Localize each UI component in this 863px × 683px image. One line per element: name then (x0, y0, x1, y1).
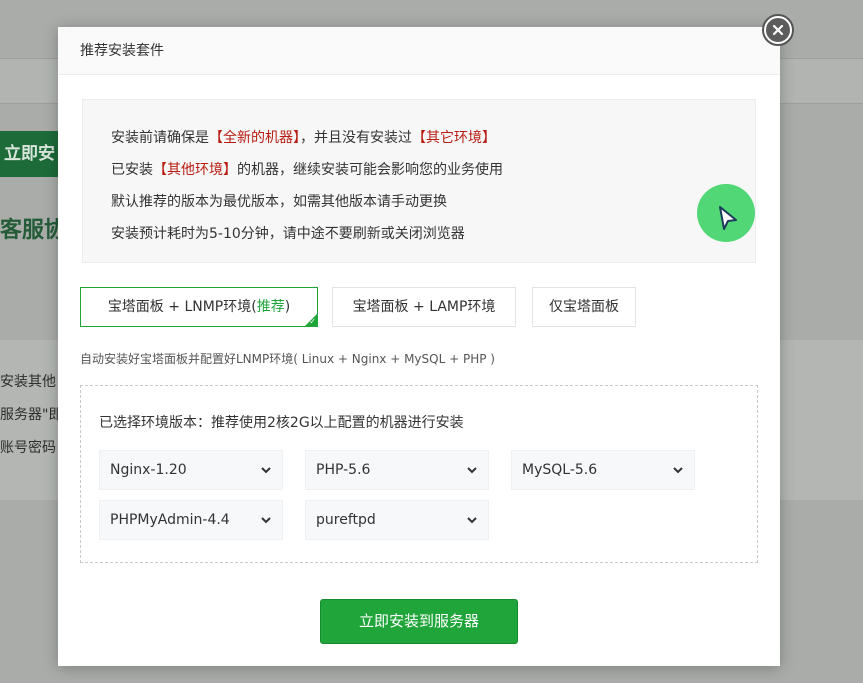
background-text: 服务器"即 (0, 407, 63, 423)
cursor-arrow-icon (719, 206, 737, 230)
chevron-down-icon (467, 517, 477, 524)
chevron-down-icon (261, 517, 271, 524)
version-title: 已选择环境版本：推荐使用2核2G以上配置的机器进行安装 (99, 415, 464, 431)
version-selection-box: 已选择环境版本：推荐使用2核2G以上配置的机器进行安装 Nginx-1.20 P… (80, 385, 758, 563)
nginx-version-select[interactable]: Nginx-1.20 (99, 450, 283, 490)
recommended-label: 推荐 (256, 299, 285, 315)
notice-box: 安装前请确保是【全新的机器】，并且没有安装过【其它环境】 已安装【其他环境】的机… (82, 99, 756, 263)
notice-line: 安装预计耗时为5-10分钟，请中途不要刷新或关闭浏览器 (111, 226, 465, 242)
highlight-text: 【其他环境】 (153, 162, 237, 178)
notice-line: 默认推荐的版本为最优版本，如需其他版本请手动更换 (111, 194, 447, 210)
ftp-version-select[interactable]: pureftpd (305, 500, 489, 540)
php-version-select[interactable]: PHP-5.6 (305, 450, 489, 490)
install-suite-dialog: 推荐安装套件 安装前请确保是【全新的机器】，并且没有安装过【其它环境】 已安装【… (58, 27, 780, 666)
phpmyadmin-version-select[interactable]: PHPMyAdmin-4.4 (99, 500, 283, 540)
background-heading: 客服协 (0, 218, 67, 243)
highlight-text: 【全新的机器】 (209, 130, 300, 146)
dialog-title: 推荐安装套件 (58, 27, 780, 75)
notice-line: 安装前请确保是【全新的机器】，并且没有安装过【其它环境】 (111, 130, 496, 146)
notice-line: 已安装【其他环境】的机器，继续安装可能会影响您的业务使用 (111, 162, 503, 178)
tab-lnmp[interactable]: 宝塔面板 + LNMP环境(推荐) ✓ (80, 287, 318, 327)
close-icon (766, 18, 790, 42)
background-text: 安装其他 (0, 374, 56, 390)
chevron-down-icon (467, 467, 477, 474)
check-icon: ✓ (309, 317, 316, 326)
chevron-down-icon (673, 467, 683, 474)
highlight-text: 【其它环境】 (412, 130, 496, 146)
tab-lamp[interactable]: 宝塔面板 + LAMP环境 (332, 287, 516, 327)
tab-panel-only[interactable]: 仅宝塔面板 (532, 287, 636, 327)
install-to-server-button[interactable]: 立即安装到服务器 (320, 599, 518, 644)
mysql-version-select[interactable]: MySQL-5.6 (511, 450, 695, 490)
chevron-down-icon (261, 467, 271, 474)
close-button[interactable] (762, 14, 794, 46)
tab-description: 自动安装好宝塔面板并配置好LNMP环境( Linux + Nginx + MyS… (80, 352, 495, 366)
background-text: 账号密码 (0, 440, 56, 456)
